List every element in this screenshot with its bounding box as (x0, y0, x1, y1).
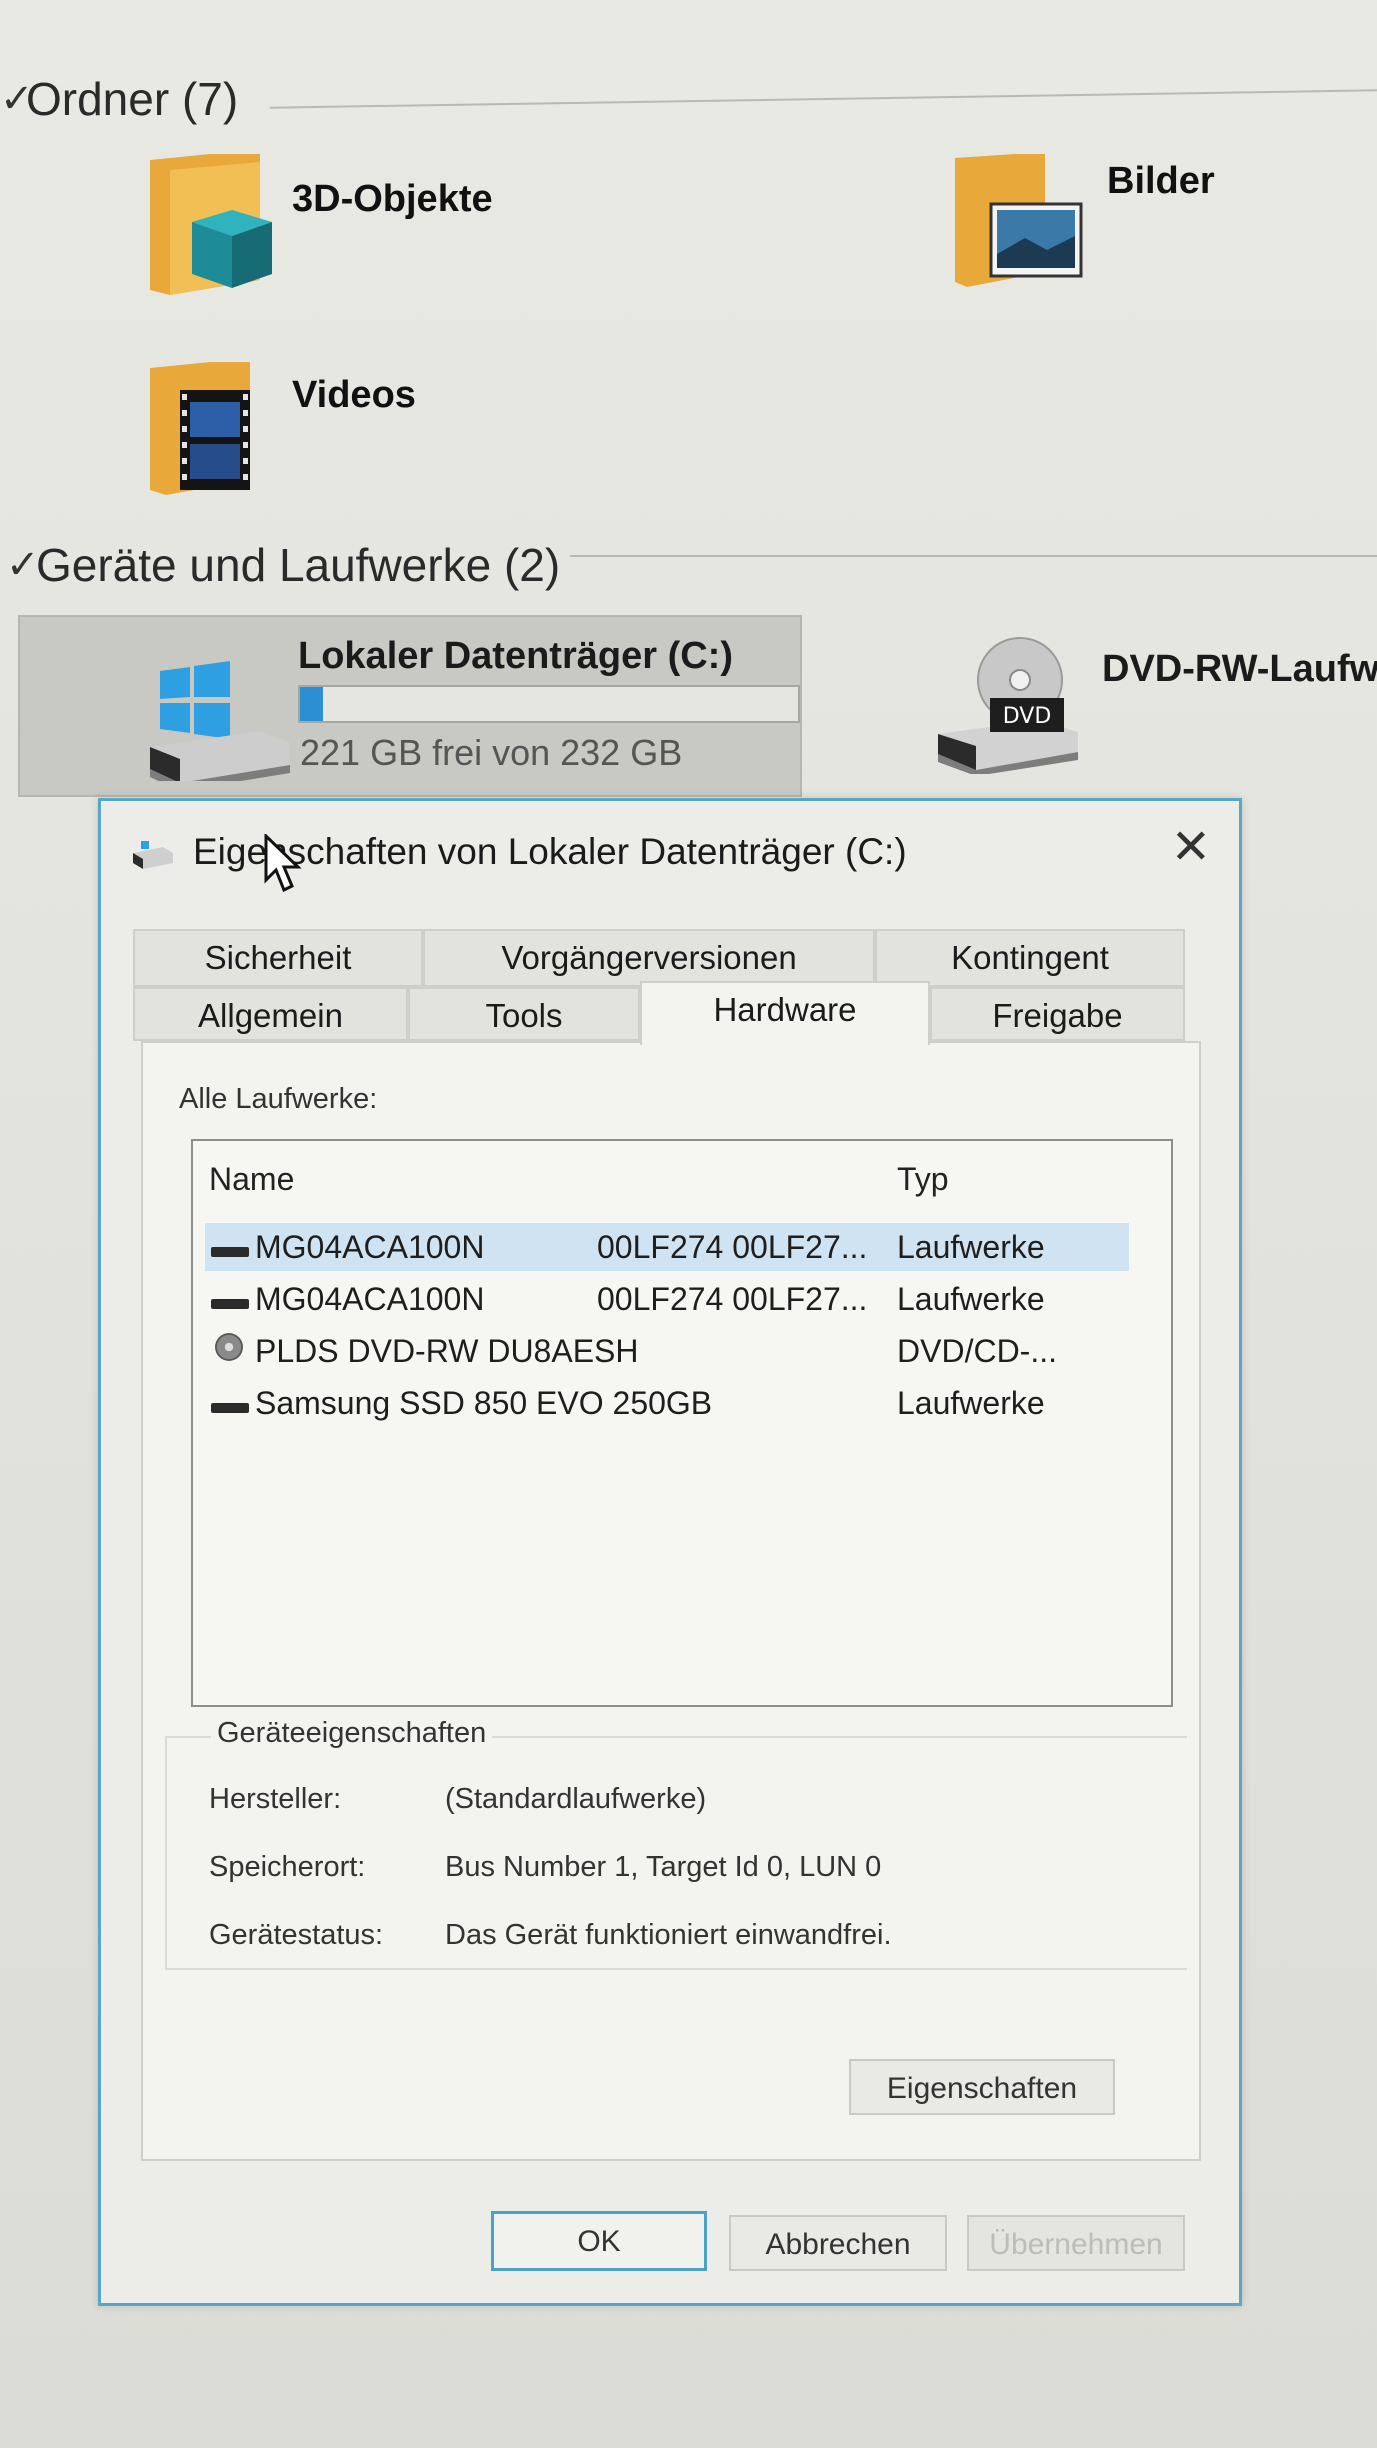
drive-id: 00LF274 00LF27... (597, 1281, 868, 1317)
drive-name: Samsung SSD 850 EVO 250GB (255, 1385, 713, 1421)
hdd-icon (211, 1299, 249, 1309)
list-item[interactable]: MG04ACA100N 00LF274 00LF27... Laufwerke (205, 1223, 1129, 1271)
folder-item-3d-objects[interactable]: 3D-Objekte (140, 150, 740, 310)
location-value: Bus Number 1, Target Id 0, LUN 0 (445, 1851, 882, 1883)
dvd-icon (215, 1333, 243, 1361)
tab-sharing[interactable]: Freigabe (930, 987, 1185, 1041)
drive-type: Laufwerke (897, 1385, 1045, 1421)
status-label: Gerätestatus: (209, 1919, 384, 1951)
folder-item-videos[interactable]: Videos (140, 360, 740, 500)
windows-drive-icon (150, 661, 290, 781)
drive-c-free-space: 221 GB frei von 232 GB (300, 732, 683, 773)
drive-name: PLDS DVD-RW DU8AESH (255, 1333, 639, 1369)
folder-name: 3D-Objekte (292, 178, 493, 220)
drive-c-usage-bar (298, 685, 800, 723)
ok-button[interactable]: OK (491, 2211, 707, 2271)
tab-tools[interactable]: Tools (408, 987, 640, 1041)
dvd-icon-label: DVD (1003, 704, 1052, 729)
folders-group-header[interactable]: ✓ Ordner (7) (0, 72, 238, 126)
drive-item-dvd[interactable]: DVD DVD-RW-Laufw (930, 630, 1377, 780)
list-item[interactable]: Samsung SSD 850 EVO 250GB Laufwerke (205, 1379, 1129, 1427)
folder-item-pictures[interactable]: Bilder (955, 150, 1375, 290)
manufacturer-label: Hersteller: (209, 1783, 342, 1815)
all-drives-label: Alle Laufwerke: (179, 1083, 378, 1115)
status-value: Das Gerät funktioniert einwandfrei. (445, 1919, 892, 1951)
mouse-cursor-icon (264, 834, 302, 893)
apply-button[interactable]: Übernehmen (967, 2215, 1185, 2271)
drive-type: Laufwerke (897, 1281, 1045, 1317)
list-item[interactable]: PLDS DVD-RW DU8AESH DVD/CD-... (205, 1327, 1129, 1375)
group-divider (270, 89, 1377, 109)
drive-c-usage-fill (300, 687, 324, 721)
chevron-down-icon: ✓ (6, 543, 40, 587)
close-icon[interactable]: ✕ (1171, 819, 1211, 875)
column-header-type[interactable]: Typ (897, 1161, 949, 1198)
location-label: Speicherort: (209, 1851, 366, 1883)
drive-small-icon (133, 841, 173, 869)
drive-name: MG04ACA100N (255, 1281, 485, 1317)
devices-group-label: Geräte und Laufwerke (2) (36, 539, 561, 591)
devices-group-header[interactable]: ✓ Geräte und Laufwerke (2) (0, 538, 560, 592)
drive-type: Laufwerke (897, 1229, 1045, 1265)
folder-videos-icon (150, 362, 250, 495)
folders-group-label: Ordner (7) (26, 73, 239, 125)
drive-name: MG04ACA100N (255, 1229, 485, 1265)
folder-name: Videos (292, 374, 416, 416)
column-header-name[interactable]: Name (209, 1161, 294, 1198)
tab-security[interactable]: Sicherheit (133, 929, 423, 987)
tab-hardware[interactable]: Hardware (640, 981, 930, 1045)
tab-previous-versions[interactable]: Vorgängerversionen (423, 929, 875, 987)
chevron-down-icon: ✓ (0, 77, 34, 121)
list-item[interactable]: MG04ACA100N 00LF274 00LF27... Laufwerke (205, 1275, 1129, 1323)
drive-c-name: Lokaler Datenträger (C:) (298, 635, 733, 677)
drive-type: DVD/CD-... (897, 1333, 1057, 1369)
drive-id: 00LF274 00LF27... (597, 1229, 868, 1265)
drive-dvd-name: DVD-RW-Laufw (1102, 648, 1377, 690)
hdd-icon (211, 1403, 249, 1413)
properties-dialog: Eigenschaften von Lokaler Datenträger (C… (98, 798, 1242, 2306)
manufacturer-value: (Standardlaufwerke) (445, 1783, 707, 1815)
folder-pictures-icon (955, 154, 1083, 287)
group-divider (570, 555, 1377, 557)
drive-item-c[interactable]: Lokaler Datenträger (C:) 221 GB frei von… (18, 615, 802, 797)
hdd-icon (211, 1247, 249, 1257)
properties-button[interactable]: Eigenschaften (849, 2059, 1115, 2115)
dvd-drive-icon: DVD (938, 637, 1078, 774)
tab-quota[interactable]: Kontingent (875, 929, 1185, 987)
folder-3d-objects-icon (150, 154, 272, 295)
device-properties-heading: Geräteeigenschaften (211, 1717, 493, 1750)
drives-listbox[interactable]: Name Typ MG04ACA100N 00LF274 00LF27... L… (191, 1139, 1173, 1707)
folder-name: Bilder (1107, 160, 1215, 202)
cancel-button[interactable]: Abbrechen (729, 2215, 947, 2271)
tab-general[interactable]: Allgemein (133, 987, 408, 1041)
